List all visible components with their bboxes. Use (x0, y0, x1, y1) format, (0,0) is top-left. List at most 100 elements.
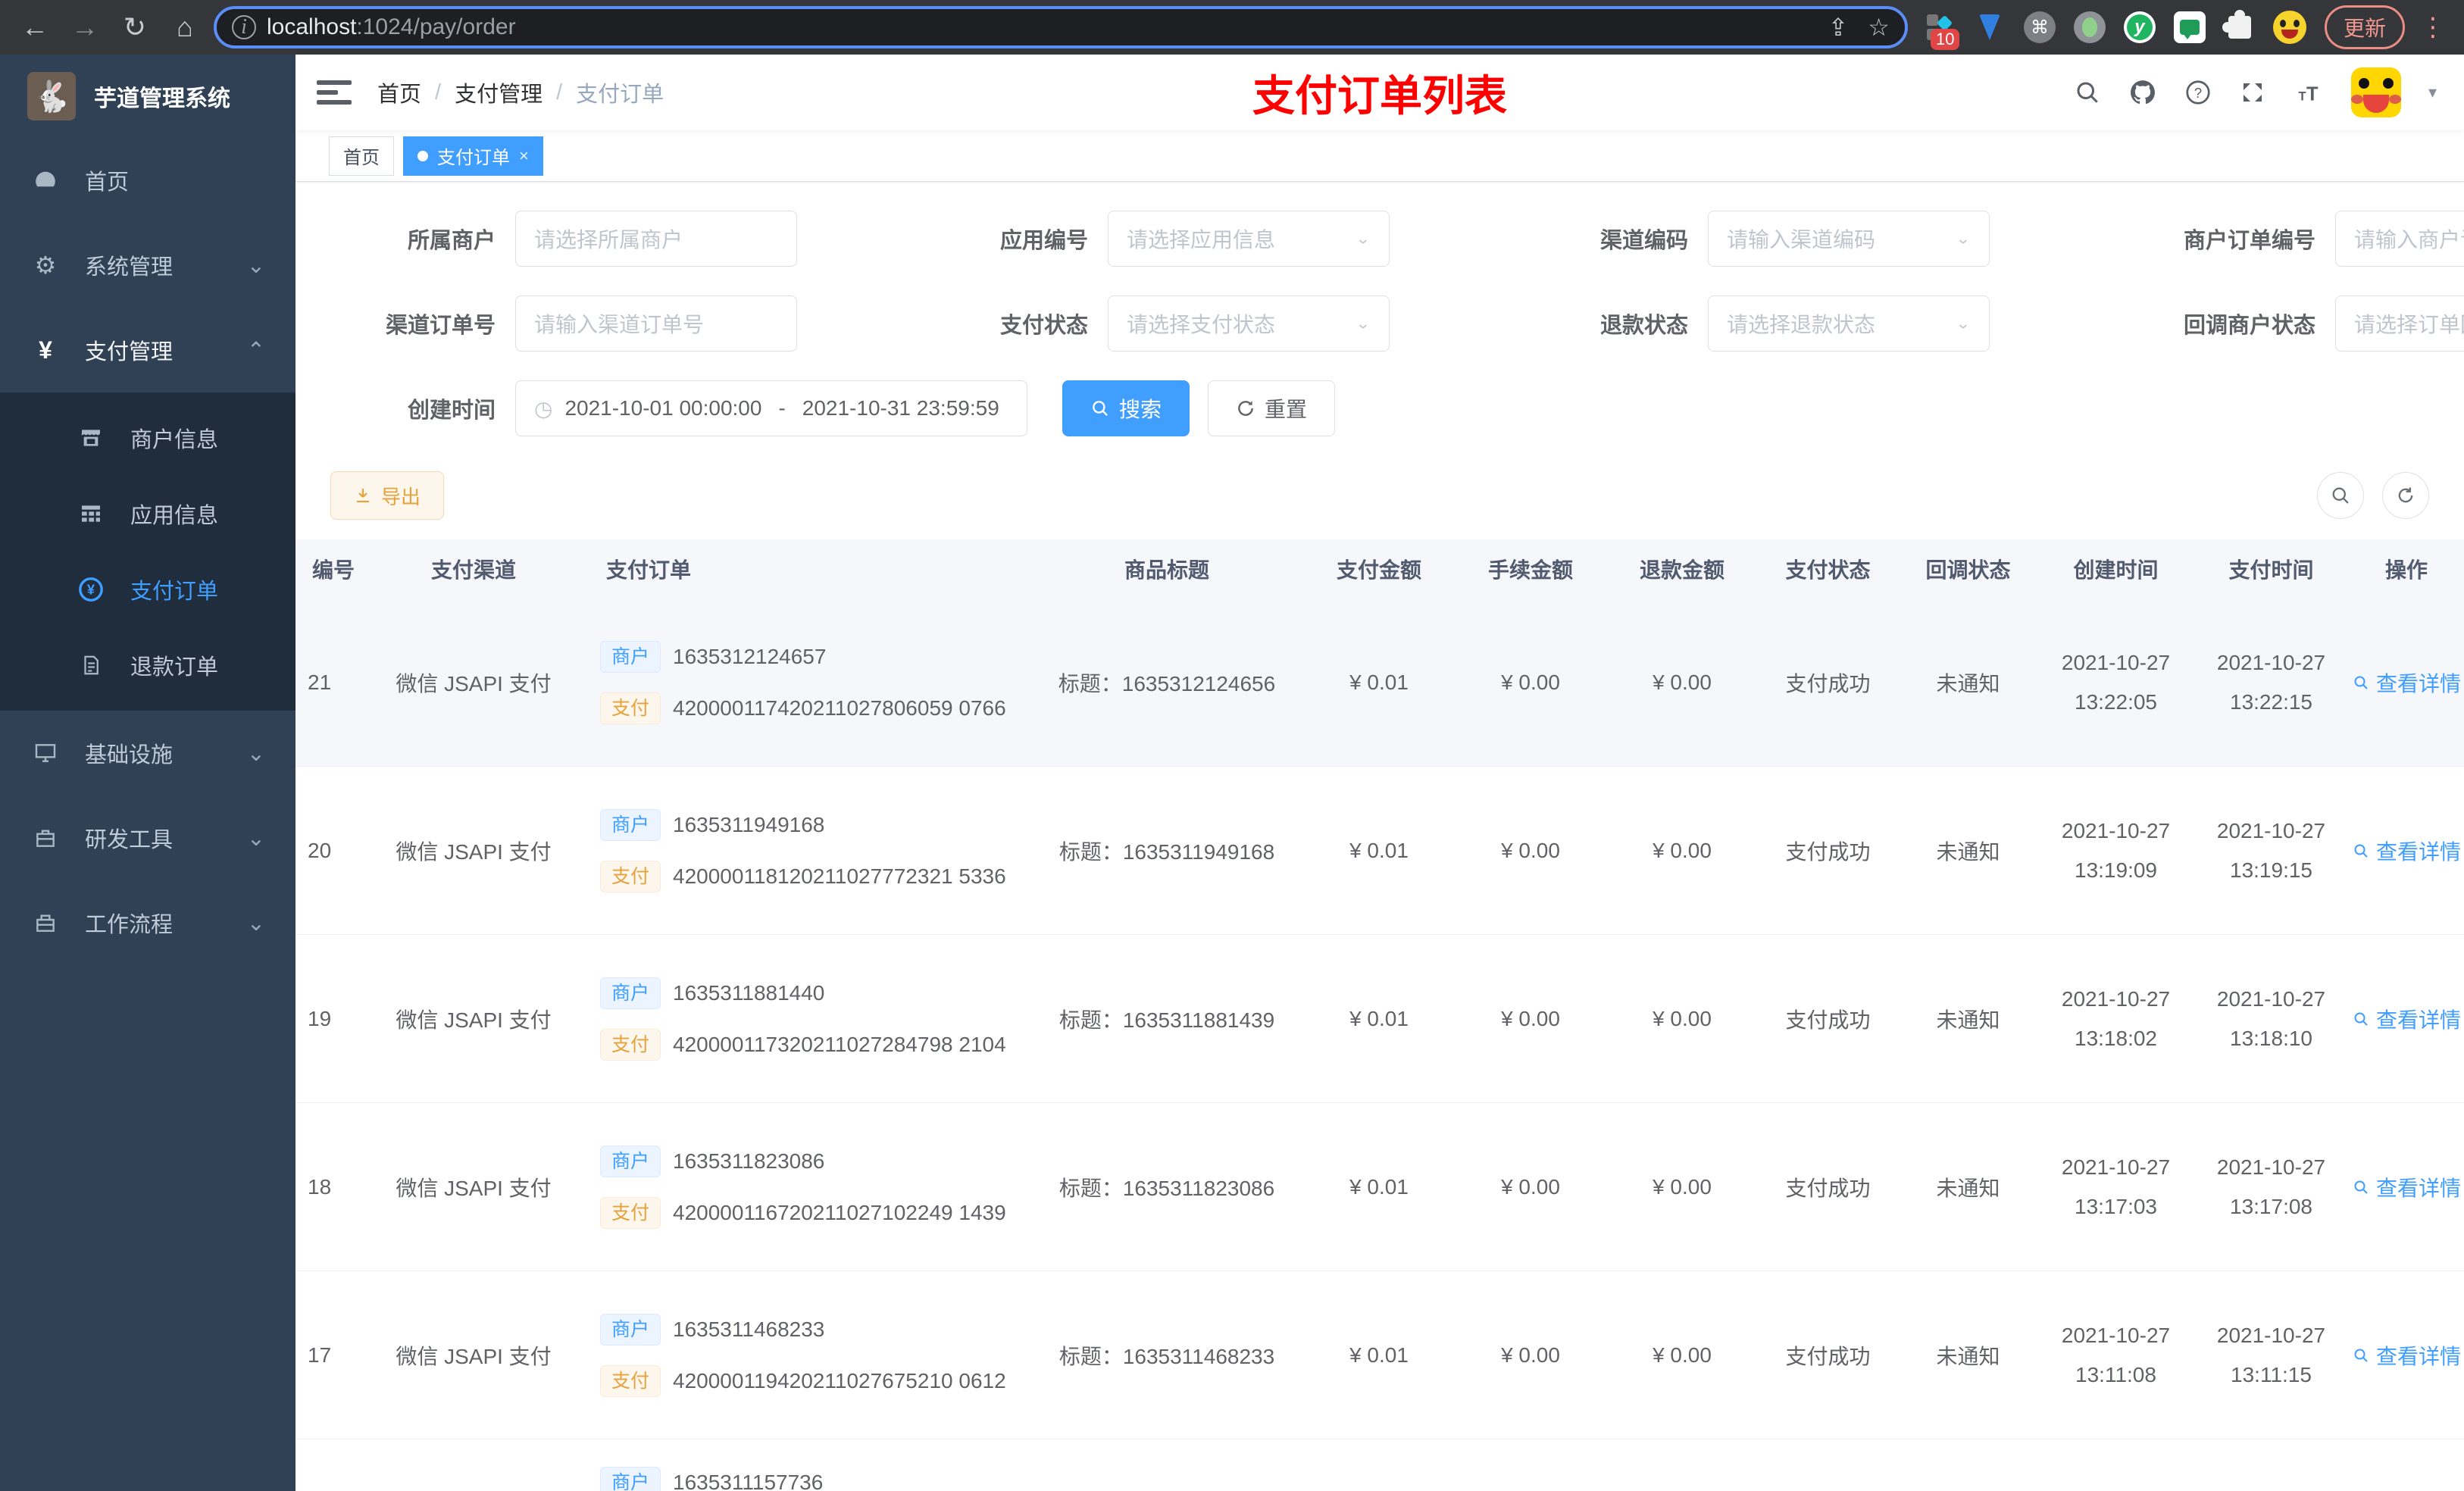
pay-amount: ¥ 0.01 (1349, 1006, 1409, 1030)
refresh-icon[interactable] (2382, 472, 2429, 519)
pay-channel: 微信 JSAPI 支付 (396, 839, 552, 864)
sidebar-item-app-info[interactable]: 应用信息 (0, 476, 295, 552)
breadcrumb-home[interactable]: 首页 (377, 77, 421, 108)
document-icon (76, 653, 106, 677)
browser-extensions: 10 ⌘ y (1923, 10, 2306, 50)
browser-forward-button[interactable]: → (64, 6, 106, 48)
search-icon[interactable] (2074, 79, 2101, 106)
search-button[interactable]: 搜索 (1062, 380, 1190, 436)
tag-pay-order[interactable]: 支付订单 × (403, 136, 543, 176)
browser-home-button[interactable]: ⌂ (164, 6, 206, 48)
font-size-icon[interactable]: TT (2294, 79, 2324, 106)
extension-command-icon[interactable]: ⌘ (2023, 11, 2056, 44)
app-id-select[interactable]: 请选择应用信息 ⌄ (1108, 211, 1390, 267)
app-title: 芋道管理系统 (94, 86, 230, 111)
merchant-order-no: 1635311157736 (673, 1471, 824, 1491)
created-time: 2021-10-27 13:17:03 (2061, 1155, 2171, 1218)
vue-devtools-icon[interactable]: y (2123, 11, 2156, 44)
pay-tag: 支付 (600, 1364, 661, 1397)
extensions-puzzle-icon[interactable] (2222, 10, 2256, 44)
close-icon[interactable]: × (519, 146, 529, 166)
sidebar-item-payment[interactable]: ¥ 支付管理 ⌃ (0, 308, 295, 392)
filter-merchant: 所属商户 请选择所属商户 (333, 211, 797, 267)
browser-reload-button[interactable]: ↻ (114, 6, 156, 48)
table-row: 17 微信 JSAPI 支付 商户 1635311468233 支付 4200001… (295, 1271, 2464, 1439)
fee-amount: ¥ 0.00 (1501, 838, 1560, 862)
sidebar-item-refund-order[interactable]: 退款订单 (0, 627, 295, 703)
pay-amount: ¥ 0.01 (1349, 670, 1409, 694)
sidebar-item-devtools[interactable]: 研发工具 ⌄ (0, 796, 295, 880)
tag-home[interactable]: 首页 (329, 136, 394, 176)
pay-status-select[interactable]: 请选择支付状态 ⌄ (1108, 295, 1390, 352)
pay-channel: 微信 JSAPI 支付 (396, 1008, 552, 1032)
pay-order-cell: 商户 1635311823086 支付 4200001167202110271022… (576, 1145, 1030, 1229)
export-button[interactable]: 导出 (330, 471, 445, 520)
merchant-order-no-input[interactable]: 请输入商户订单编号 (2335, 211, 2464, 267)
sidebar-toggle-icon[interactable] (317, 77, 352, 108)
sidebar-item-label: 应用信息 (130, 504, 219, 528)
sidebar-item-workflow[interactable]: 工作流程 ⌄ (0, 880, 295, 965)
svg-text:?: ? (2194, 85, 2202, 101)
view-detail-link[interactable]: 查看详情 (2352, 1172, 2461, 1202)
date-range-input[interactable]: ◷ 2021-10-01 00:00:00 - 2021-10-31 23:59… (515, 380, 1027, 436)
extension-tabs-icon[interactable]: 10 (1923, 11, 1960, 50)
breadcrumb-group[interactable]: 支付管理 (455, 77, 543, 108)
url-text: localhost:1024/pay/order (267, 14, 516, 39)
merchant-tag: 商户 (600, 1467, 661, 1491)
github-icon[interactable] (2128, 78, 2157, 107)
pay-order-no: 420000116720211027102249 1439 (673, 1200, 1006, 1224)
breadcrumb-current: 支付订单 (576, 83, 664, 107)
extension-gem-icon[interactable] (1973, 11, 2006, 44)
reset-button[interactable]: 重置 (1208, 380, 1336, 436)
merchant-order-no: 1635311823086 (673, 1149, 825, 1173)
extension-recorder-icon[interactable] (2073, 11, 2106, 44)
svg-text:T: T (2306, 84, 2319, 105)
tags-view: 首页 支付订单 × (295, 130, 2464, 182)
site-info-icon[interactable]: i (232, 15, 256, 39)
channel-code-select[interactable]: 请输入渠道编码 ⌄ (1708, 211, 1990, 267)
refund-status-select[interactable]: 请选择退款状态 ⌄ (1708, 295, 1990, 352)
sidebar-logo[interactable]: 🐇 芋道管理系统 (0, 55, 295, 138)
sidebar-item-home[interactable]: 首页 (0, 138, 295, 223)
chevron-down-icon: ⌄ (246, 826, 265, 851)
user-avatar[interactable] (2350, 67, 2401, 117)
filter-notify-status: 回调商户状态 请选择订单回调商户状态 ⌄ (2062, 295, 2464, 352)
shop-icon (76, 426, 106, 450)
refund-amount: ¥ 0.00 (1653, 1006, 1712, 1030)
sidebar-item-pay-order[interactable]: ¥ 支付订单 (0, 552, 295, 627)
address-bar[interactable]: i localhost:1024/pay/order ⇪ ☆ (214, 6, 1908, 48)
toggle-search-icon[interactable] (2317, 472, 2364, 519)
merchant-input[interactable]: 请选择所属商户 (515, 211, 797, 267)
view-detail-link[interactable]: 查看详情 (2352, 836, 2461, 866)
extension-chat-icon[interactable] (2173, 11, 2206, 44)
sidebar-item-label: 研发工具 (85, 828, 174, 852)
notify-status-select[interactable]: 请选择订单回调商户状态 ⌄ (2335, 295, 2464, 352)
sidebar-item-merchant-info[interactable]: 商户信息 (0, 400, 295, 476)
view-detail-link[interactable]: 查看详情 (2352, 1340, 2461, 1371)
fullscreen-icon[interactable] (2239, 79, 2266, 106)
browser-menu-icon[interactable]: ⋮ (2420, 12, 2446, 42)
browser-back-button[interactable]: ← (14, 6, 56, 48)
order-id: 20 (308, 838, 332, 862)
sidebar-item-system[interactable]: ⚙ 系统管理 ⌄ (0, 223, 295, 308)
share-icon[interactable]: ⇪ (1828, 13, 1848, 42)
view-detail-link[interactable]: 查看详情 (2352, 667, 2461, 698)
help-icon[interactable]: ? (2184, 79, 2212, 106)
notify-status: 未通知 (1936, 1176, 2000, 1200)
sidebar-item-label: 退款订单 (130, 655, 219, 680)
merchant-tag: 商户 (600, 977, 661, 1009)
view-detail-link[interactable]: 查看详情 (2352, 1004, 2461, 1034)
pay-tag: 支付 (600, 692, 661, 724)
channel-order-no-input[interactable]: 请输入渠道订单号 (515, 295, 797, 352)
browser-update-button[interactable]: 更新 (2324, 5, 2405, 49)
active-dot (417, 150, 428, 161)
sidebar-item-infra[interactable]: 基础设施 ⌄ (0, 711, 295, 796)
pay-amount: ¥ 0.01 (1349, 1174, 1409, 1199)
table-row: 20 微信 JSAPI 支付 商户 1635311949168 支付 4200001… (295, 767, 2464, 935)
avatar-caret-icon[interactable]: ▾ (2428, 83, 2437, 102)
browser-profile-avatar[interactable] (2272, 11, 2306, 44)
pay-status: 支付成功 (1785, 1008, 1871, 1032)
pay-order-no: 420000117320211027284798 2104 (673, 1032, 1006, 1056)
pay-status: 支付成功 (1785, 839, 1871, 864)
bookmark-star-icon[interactable]: ☆ (1868, 13, 1890, 42)
